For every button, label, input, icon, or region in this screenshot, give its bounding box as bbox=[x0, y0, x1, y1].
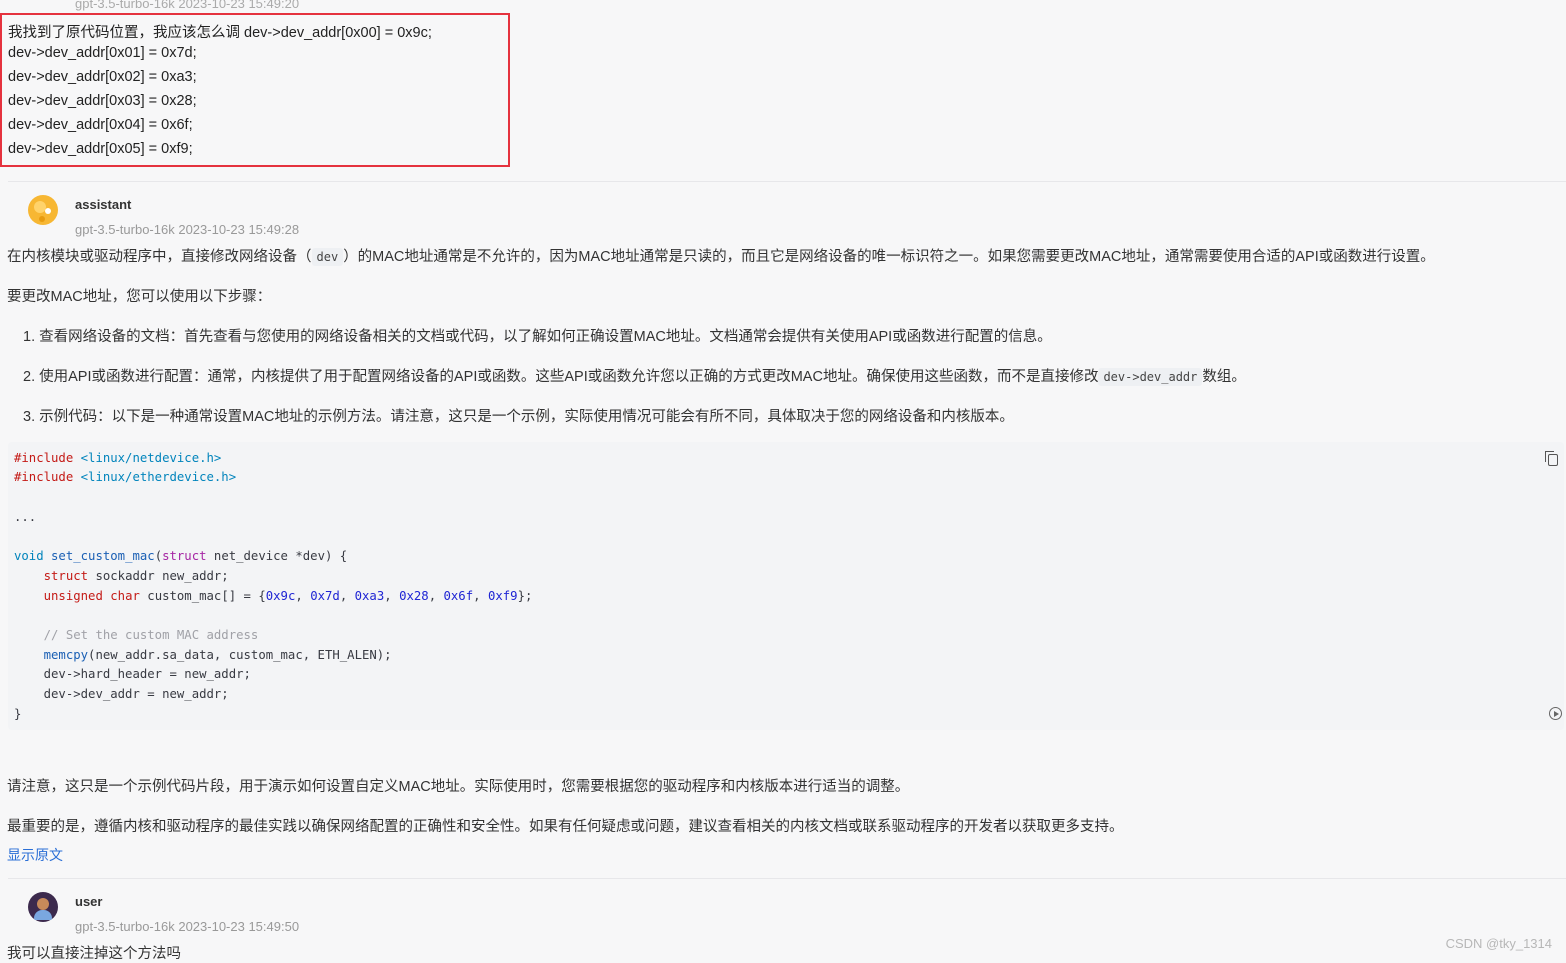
message-divider bbox=[8, 878, 1566, 879]
code-token: #include bbox=[14, 470, 74, 484]
code-token: (new_addr.sa_data, custom_mac, ETH_ALEN)… bbox=[88, 648, 392, 662]
message-line: 我找到了原代码位置，我应该怎么调 dev->dev_addr[0x00] = 0… bbox=[8, 25, 432, 41]
highlighted-user-message: 我找到了原代码位置，我应该怎么调 dev->dev_addr[0x00] = 0… bbox=[0, 13, 510, 167]
code-token: <linux/netdevice.h> bbox=[80, 451, 222, 465]
list-item-text: 数组。 bbox=[1202, 369, 1246, 385]
code-line: ... bbox=[14, 510, 37, 524]
code-line: struct sockaddr new_addr; bbox=[14, 569, 229, 583]
code-token: dev->hard_header = new_addr; bbox=[43, 667, 251, 681]
assistant-message-meta: gpt-3.5-turbo-16k 2023-10-23 15:49:28 bbox=[75, 222, 300, 237]
code-line: memcpy(new_addr.sa_data, custom_mac, ETH… bbox=[14, 648, 392, 662]
code-line: #include <linux/etherdevice.h> bbox=[14, 470, 236, 484]
code-token: unsigned bbox=[43, 589, 103, 603]
paragraph-text: ）的MAC地址通常是不允许的，因为MAC地址通常是只读的，而且它是网络设备的唯一… bbox=[343, 249, 1435, 265]
code-line: #include <linux/netdevice.h> bbox=[14, 451, 221, 465]
user-message-text: 我可以直接注掉这个方法吗 bbox=[7, 946, 181, 962]
code-block: #include <linux/netdevice.h> #include <l… bbox=[8, 442, 1564, 730]
assistant-avatar-icon bbox=[28, 195, 58, 225]
message-line: dev->dev_addr[0x02] = 0xa3; bbox=[8, 69, 197, 85]
message-line: dev->dev_addr[0x04] = 0x6f; bbox=[8, 117, 193, 133]
code-line: dev->dev_addr = new_addr; bbox=[14, 687, 229, 701]
assistant-paragraph-3: 请注意，这只是一个示例代码片段，用于演示如何设置自定义MAC地址。实际使用时，您… bbox=[7, 779, 910, 795]
code-token: 0x28 bbox=[399, 589, 429, 603]
code-line: dev->hard_header = new_addr; bbox=[14, 667, 251, 681]
code-token: 0xf9 bbox=[487, 589, 518, 603]
code-token: custom_mac[] = { bbox=[139, 589, 266, 603]
copy-icon[interactable] bbox=[1545, 451, 1558, 466]
user-role-label: user bbox=[75, 894, 103, 909]
code-token: set_custom_mac bbox=[51, 549, 155, 563]
show-original-link[interactable]: 显示原文 bbox=[7, 845, 63, 865]
inline-code: dev bbox=[311, 248, 344, 266]
code-token: struct bbox=[162, 549, 207, 563]
paragraph-text: 在内核模块或驱动程序中，直接修改网络设备（ bbox=[7, 249, 312, 265]
assistant-role-label: assistant bbox=[75, 197, 132, 212]
user-avatar-icon bbox=[28, 892, 58, 922]
list-item: 3. 示例代码：以下是一种通常设置MAC地址的示例方法。请注意，这只是一个示例，… bbox=[23, 409, 1014, 425]
code-token: }; bbox=[517, 589, 533, 603]
list-item: 2. 使用API或函数进行配置：通常，内核提供了用于配置网络设备的API或函数。… bbox=[23, 365, 1246, 386]
code-token: char bbox=[110, 589, 140, 603]
code-line: } bbox=[14, 707, 22, 721]
inline-code: dev->dev_addr bbox=[1098, 368, 1203, 386]
code-token: #include bbox=[14, 451, 74, 465]
code-token: void bbox=[14, 549, 44, 563]
watermark: CSDN @tky_1314 bbox=[1445, 936, 1552, 951]
prev-message-meta: gpt-3.5-turbo-16k 2023-10-23 15:49:20 bbox=[75, 0, 300, 11]
list-item-text: 2. 使用API或函数进行配置：通常，内核提供了用于配置网络设备的API或函数。… bbox=[23, 369, 1099, 385]
code-token: <linux/etherdevice.h> bbox=[80, 470, 237, 484]
code-token: 0xa3 bbox=[354, 589, 385, 603]
run-code-icon[interactable] bbox=[1549, 707, 1562, 720]
code-token: ( bbox=[154, 549, 163, 563]
code-line: unsigned char custom_mac[] = {0x9c, 0x7d… bbox=[43, 589, 533, 603]
code-token: 0x6f bbox=[443, 589, 474, 603]
message-divider bbox=[8, 181, 1566, 182]
message-line: dev->dev_addr[0x01] = 0x7d; bbox=[8, 45, 197, 61]
code-token: sockaddr new_addr; bbox=[88, 569, 229, 583]
code-token: 0x9c bbox=[265, 589, 296, 603]
message-line: dev->dev_addr[0x05] = 0xf9; bbox=[8, 141, 193, 157]
code-line: // Set the custom MAC address bbox=[14, 628, 259, 642]
code-line: void set_custom_mac(struct net_device *d… bbox=[14, 549, 347, 563]
code-token: dev->dev_addr = new_addr; bbox=[43, 687, 229, 701]
message-line: dev->dev_addr[0x03] = 0x28; bbox=[8, 93, 197, 109]
code-token: memcpy bbox=[43, 648, 89, 662]
code-comment: // Set the custom MAC address bbox=[43, 628, 259, 642]
code-token: 0x7d bbox=[310, 589, 340, 603]
list-item: 1. 查看网络设备的文档：首先查看与您使用的网络设备相关的文档或代码，以了解如何… bbox=[23, 329, 1052, 345]
code-token: net_device *dev) { bbox=[206, 549, 348, 563]
user-message-meta: gpt-3.5-turbo-16k 2023-10-23 15:49:50 bbox=[75, 919, 300, 934]
assistant-paragraph-2: 要更改MAC地址，您可以使用以下步骤： bbox=[7, 289, 272, 305]
assistant-paragraph-1: 在内核模块或驱动程序中，直接修改网络设备（ dev ）的MAC地址通常是不允许的，因… bbox=[7, 245, 1435, 266]
code-token: struct bbox=[43, 569, 89, 583]
assistant-paragraph-4: 最重要的是，遵循内核和驱动程序的最佳实践以确保网络配置的正确性和安全性。如果有任… bbox=[7, 819, 1124, 835]
